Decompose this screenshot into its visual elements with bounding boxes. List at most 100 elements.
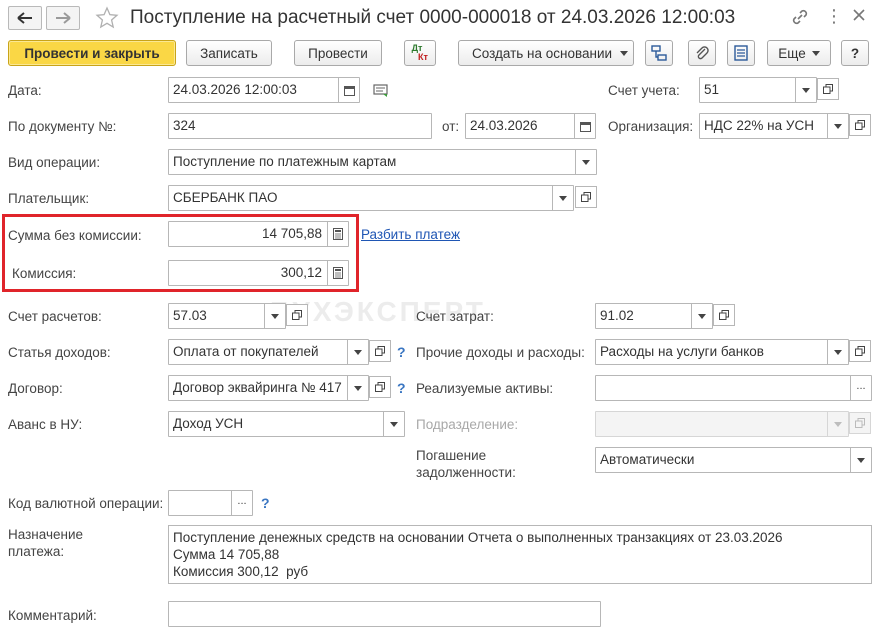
sold-assets-label: Реализуемые активы:	[416, 381, 554, 396]
income-item-open-button[interactable]	[369, 340, 391, 362]
sum-input[interactable]: 14 705,88	[168, 221, 349, 247]
operation-type-value: Поступление по платежным картам	[173, 154, 397, 169]
date-label: Дата:	[8, 83, 42, 98]
chevron-down-icon	[354, 385, 362, 391]
income-item-select[interactable]: Оплата от покупателей	[168, 339, 369, 365]
debt-repayment-label-line1: Погашение	[416, 448, 487, 463]
advance-tax-label: Аванс в НУ:	[8, 417, 83, 432]
link-icon[interactable]	[791, 8, 809, 29]
favorite-star-icon[interactable]	[95, 6, 119, 33]
advance-tax-select[interactable]: Доход УСН	[168, 411, 405, 437]
post-button[interactable]: Провести	[294, 40, 382, 66]
help-question-icon[interactable]: ?	[261, 495, 270, 511]
organization-open-button[interactable]	[849, 114, 871, 136]
currency-operation-code-select-button[interactable]: ...	[231, 491, 252, 515]
sold-assets-input[interactable]: ...	[595, 375, 872, 401]
settlement-account-dropdown-button[interactable]	[264, 304, 285, 328]
page-title: Поступление на расчетный счет 0000-00001…	[130, 7, 736, 28]
report-button[interactable]	[727, 40, 755, 66]
create-based-on-button[interactable]: Создать на основании	[458, 40, 634, 66]
help-button[interactable]: ?	[841, 40, 869, 66]
calendar-icon	[579, 121, 591, 132]
contract-open-button[interactable]	[369, 376, 391, 398]
calendar-button[interactable]	[574, 114, 595, 138]
more-label: Еще	[778, 45, 806, 61]
attach-button[interactable]	[688, 40, 716, 66]
payer-select[interactable]: СБЕРБАНК ПАО	[168, 185, 574, 211]
operation-type-label: Вид операции:	[8, 155, 101, 170]
account-open-button[interactable]	[817, 78, 839, 100]
income-item-dropdown-button[interactable]	[347, 340, 368, 364]
open-icon	[855, 120, 865, 130]
sold-assets-select-button[interactable]: ...	[850, 376, 871, 400]
close-icon[interactable]	[851, 7, 867, 26]
chevron-down-icon	[834, 123, 842, 129]
division-open-button	[849, 412, 871, 434]
post-and-close-button[interactable]: Провести и закрыть	[8, 40, 176, 66]
open-icon	[855, 418, 865, 428]
forward-button[interactable]	[46, 6, 80, 30]
payer-open-button[interactable]	[575, 186, 597, 208]
date-value: 24.03.2026 12:00:03	[173, 82, 297, 97]
help-question-icon[interactable]: ?	[397, 344, 406, 360]
structure-icon	[651, 45, 667, 61]
date-input[interactable]: 24.03.2026 12:00:03	[168, 77, 360, 103]
save-button[interactable]: Записать	[186, 40, 272, 66]
cost-account-value: 91.02	[600, 308, 634, 323]
more-button[interactable]: Еще	[767, 40, 831, 66]
cost-account-dropdown-button[interactable]	[691, 304, 712, 328]
contract-dropdown-button[interactable]	[347, 376, 368, 400]
currency-operation-code-input[interactable]: ...	[168, 490, 253, 516]
operation-type-dropdown-button[interactable]	[575, 150, 596, 174]
settlement-account-open-button[interactable]	[286, 304, 308, 326]
open-icon	[855, 346, 865, 356]
calendar-icon	[343, 85, 355, 96]
cost-account-open-button[interactable]	[713, 304, 735, 326]
contract-label: Договор:	[8, 381, 63, 396]
sum-calculator-button[interactable]	[327, 222, 348, 246]
organization-dropdown-button[interactable]	[827, 114, 848, 138]
split-payment-link[interactable]: Разбить платеж	[361, 227, 460, 242]
contract-select[interactable]: Договор эквайринга № 417	[168, 375, 369, 401]
chevron-down-icon	[834, 421, 842, 427]
sum-label: Сумма без комиссии:	[8, 228, 142, 243]
chevron-down-icon	[811, 50, 820, 56]
commission-input[interactable]: 300,12	[168, 260, 349, 286]
dt-kt-button[interactable]: Дт Кт	[404, 40, 436, 66]
comment-input[interactable]	[168, 601, 601, 627]
currency-operation-code-label: Код валютной операции:	[8, 496, 164, 511]
structure-button[interactable]	[645, 40, 673, 66]
payment-purpose-textarea[interactable]: Поступление денежных средств на основани…	[168, 525, 872, 584]
other-income-expense-select[interactable]: Расходы на услуги банков	[595, 339, 849, 365]
back-button[interactable]	[8, 6, 42, 30]
other-income-expense-dropdown-button[interactable]	[827, 340, 848, 364]
other-income-expense-open-button[interactable]	[849, 340, 871, 362]
cost-account-select[interactable]: 91.02	[595, 303, 713, 329]
from-date-input[interactable]: 24.03.2026	[465, 113, 596, 139]
account-select[interactable]: 51	[699, 77, 817, 103]
settlement-account-label: Счет расчетов:	[8, 309, 102, 324]
comment-icon[interactable]	[373, 84, 389, 101]
payer-label: Плательщик:	[8, 191, 90, 206]
settlement-account-select[interactable]: 57.03	[168, 303, 286, 329]
open-icon	[719, 310, 729, 320]
help-question-icon[interactable]: ?	[397, 380, 406, 396]
chevron-down-icon	[559, 195, 567, 201]
doc-number-input[interactable]: 324	[168, 113, 432, 139]
operation-type-select[interactable]: Поступление по платежным картам	[168, 149, 597, 175]
arrow-left-icon	[17, 12, 32, 24]
organization-select[interactable]: НДС 22% на УСН	[699, 113, 849, 139]
account-dropdown-button[interactable]	[795, 78, 816, 102]
advance-tax-dropdown-button[interactable]	[383, 412, 404, 436]
chevron-down-icon	[582, 159, 590, 165]
chevron-down-icon	[620, 50, 629, 56]
ellipsis-icon: ...	[237, 495, 247, 507]
debt-repayment-select[interactable]: Автоматически	[595, 447, 872, 473]
commission-calculator-button[interactable]	[327, 261, 348, 285]
open-icon	[581, 192, 591, 202]
chevron-down-icon	[802, 87, 810, 93]
debt-repayment-dropdown-button[interactable]	[850, 448, 871, 472]
more-vertical-icon[interactable]: ⋮	[825, 6, 843, 26]
payer-dropdown-button[interactable]	[552, 186, 573, 210]
calendar-button[interactable]	[338, 78, 359, 102]
